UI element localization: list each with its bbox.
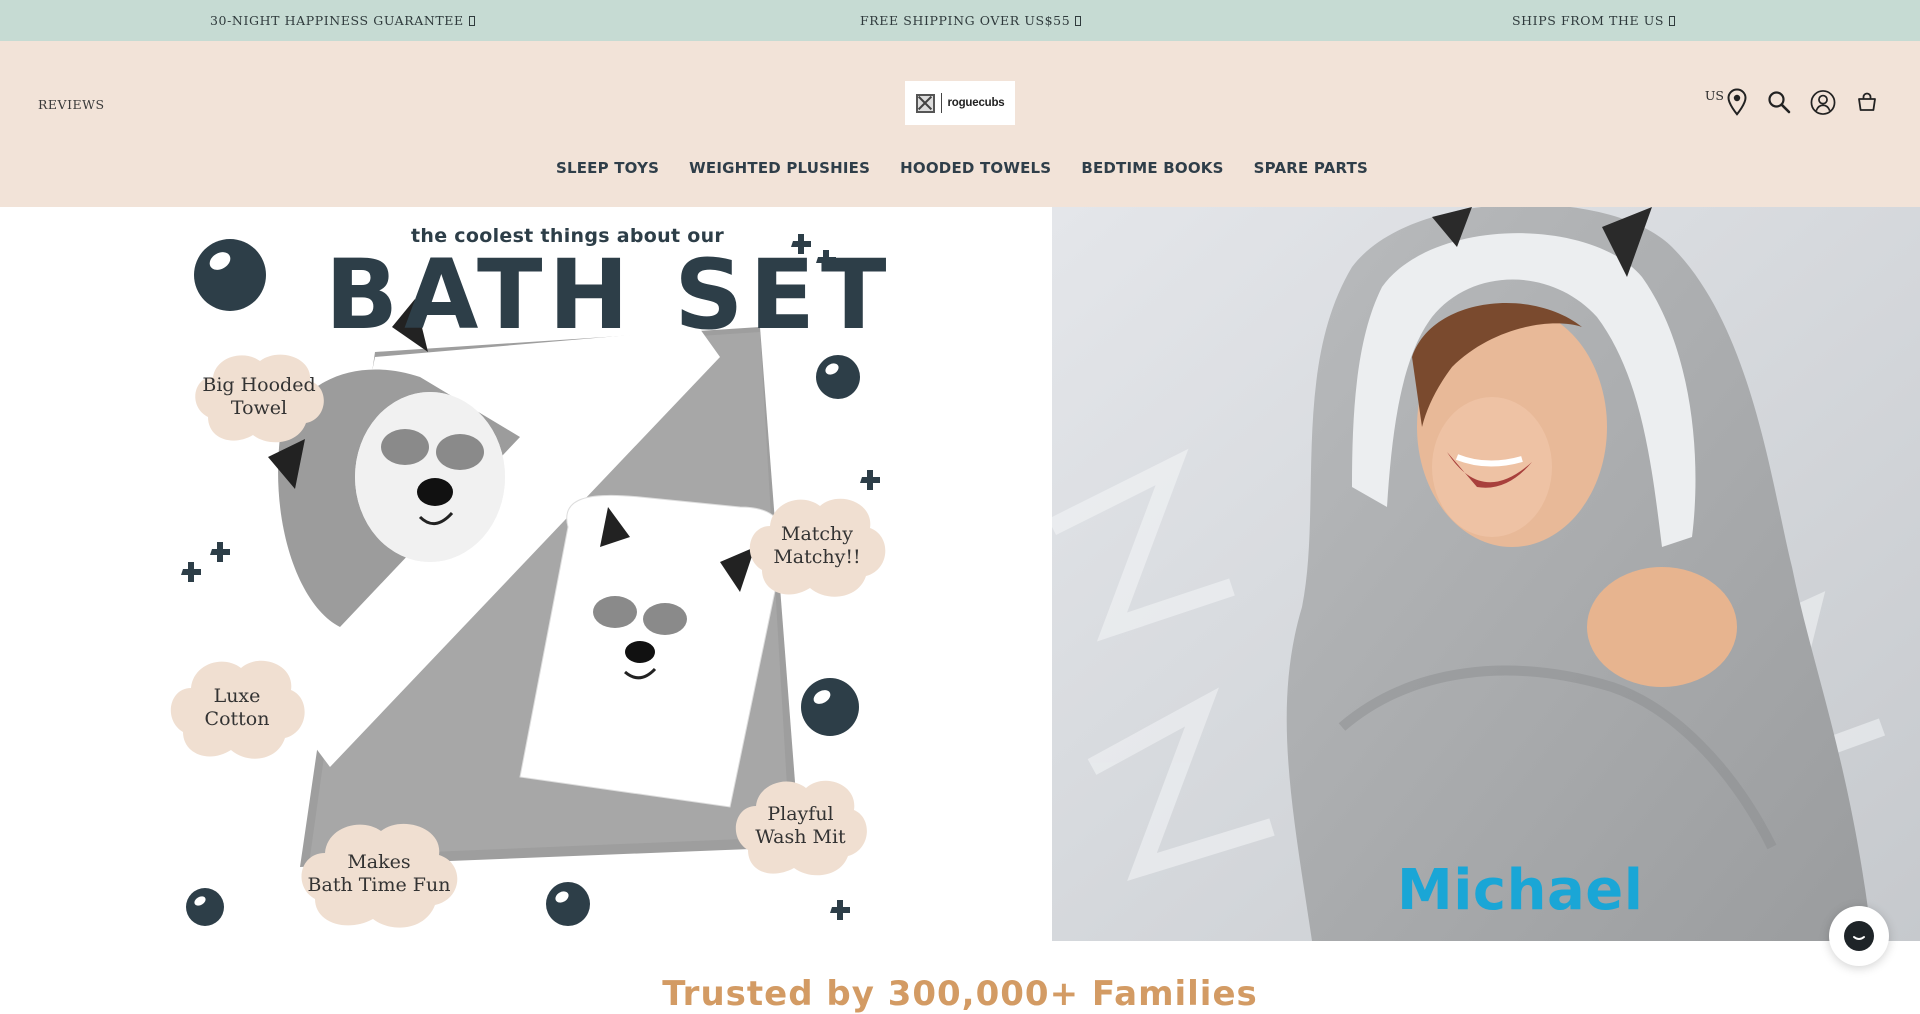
cart-icon [1858,92,1876,111]
announcement-bar: 30-NIGHT HAPPINESS GUARANTEE FREE SHIPPI… [0,0,1920,41]
bath-set-title: BATH SET [325,239,893,351]
search-button[interactable] [1766,88,1792,116]
header-actions: US [1705,88,1880,116]
logo-divider [940,93,942,113]
chat-smile-icon [1853,936,1865,940]
bath-set-infographic: the coolest things about our BATH SET Bi… [0,207,1052,941]
callout-luxe-cotton-text: Luxe Cotton [204,685,270,730]
logo-mark-icon [915,93,935,113]
callout-matchy-matchy-text: Matchy Matchy!! [773,523,861,568]
embroidered-name: Michael [1397,858,1644,923]
main-navigation: SLEEP TOYS WEIGHTED PLUSHIES HOODED TOWE… [0,159,1920,177]
site-logo[interactable]: roguecubs [905,81,1015,125]
child-towel-photo-image [1052,207,1920,941]
callout-playful-wash-mit-text: Playful Wash Mit [755,803,846,848]
trusted-heading: Trusted by 300,000+ Families [662,974,1258,1014]
nav-item-spare-parts[interactable]: SPARE PARTS [1254,159,1368,177]
account-icon [1810,89,1836,115]
announcement-shipping[interactable]: FREE SHIPPING OVER US$55 [860,0,1082,41]
logo-text: roguecubs [947,97,1005,109]
nav-item-hooded-towels[interactable]: HOODED TOWELS [900,159,1051,177]
callout-bath-time-fun: Makes Bath Time Fun [293,815,465,933]
search-icon [1768,91,1791,114]
callout-luxe-cotton: Luxe Cotton [163,652,311,764]
site-header: REVIEWS roguecubs US SLEEP TOYS WEIGHTED… [0,41,1920,207]
country-selector[interactable]: US [1705,88,1748,116]
country-label: US [1704,88,1724,103]
announcement-ships-us-icon [1669,15,1676,26]
announcement-shipping-icon [1075,15,1082,26]
account-button[interactable] [1810,88,1836,116]
nav-item-bedtime-books[interactable]: BEDTIME BOOKS [1081,159,1223,177]
chat-launcher-button[interactable] [1829,906,1889,966]
announcement-ships-us[interactable]: SHIPS FROM THE US [1512,0,1676,41]
location-pin-icon [1727,88,1747,116]
callout-playful-wash-mit: Playful Wash Mit [728,772,873,880]
cart-button[interactable] [1854,88,1880,116]
callout-big-hooded-towel: Big Hooded Towel [188,347,330,447]
reviews-link[interactable]: REVIEWS [38,97,105,112]
nav-item-sleep-toys[interactable]: SLEEP TOYS [556,159,659,177]
callout-big-hooded-towel-text: Big Hooded Towel [202,374,316,419]
callout-bath-time-fun-text: Makes Bath Time Fun [307,851,451,896]
announcement-guarantee-text: 30-NIGHT HAPPINESS GUARANTEE [210,13,464,28]
announcement-guarantee[interactable]: 30-NIGHT HAPPINESS GUARANTEE [210,0,475,41]
hero-section: the coolest things about our BATH SET Bi… [0,207,1920,941]
announcement-guarantee-icon [468,15,475,26]
child-towel-photo [1052,207,1920,941]
nav-item-weighted-plushies[interactable]: WEIGHTED PLUSHIES [689,159,870,177]
announcement-shipping-text: FREE SHIPPING OVER US$55 [860,13,1071,28]
callout-matchy-matchy: Matchy Matchy!! [742,490,892,602]
chat-bubble-icon [1844,921,1874,951]
announcement-ships-us-text: SHIPS FROM THE US [1512,13,1665,28]
